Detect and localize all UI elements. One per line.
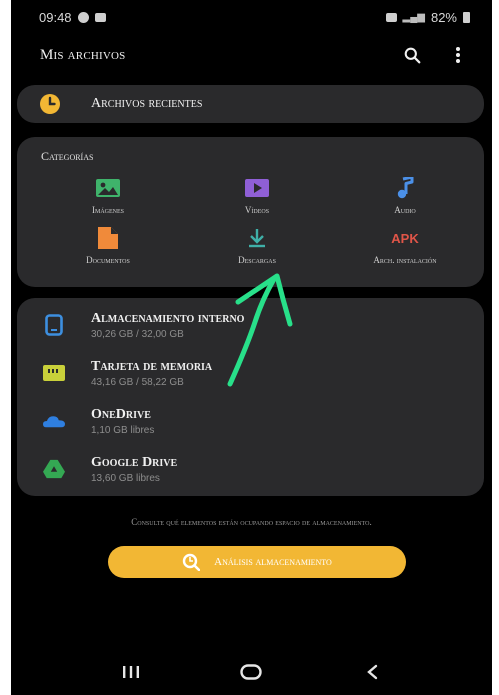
- category-documents[interactable]: Documentos: [43, 227, 173, 265]
- storage-sd-card[interactable]: Tarjeta de memoria 43,16 GB / 58,22 GB: [17, 350, 484, 396]
- status-time: 09:48: [39, 9, 72, 25]
- category-downloads[interactable]: Descargas: [192, 227, 322, 265]
- storage-internal[interactable]: Almacenamiento interno 30,26 GB / 32,00 …: [17, 302, 484, 348]
- category-installation-files[interactable]: APK Arch. instalación: [340, 227, 470, 266]
- storage-name: Tarjeta de memoria: [91, 358, 213, 374]
- storage-detail: 43,16 GB / 58,22 GB: [91, 376, 184, 388]
- more-options-button[interactable]: [448, 45, 468, 65]
- video-icon: [245, 179, 269, 197]
- storage-onedrive[interactable]: OneDrive 1,10 GB libres: [17, 398, 484, 444]
- sd-card-icon: [43, 365, 65, 381]
- clock-icon: [40, 94, 60, 114]
- storage-name: OneDrive: [91, 406, 151, 422]
- category-label: Arch. instalación: [373, 255, 437, 265]
- storage-detail: 30,26 GB / 32,00 GB: [91, 328, 184, 340]
- onedrive-icon: [43, 416, 65, 428]
- apk-icon: APK: [391, 230, 419, 246]
- category-label: Descargas: [238, 255, 276, 265]
- page-title: Mis archivos: [40, 46, 126, 63]
- home-button[interactable]: [231, 657, 271, 687]
- storage-card: Almacenamiento interno 30,26 GB / 32,00 …: [17, 298, 484, 496]
- category-audio[interactable]: Audio: [340, 177, 470, 215]
- back-button[interactable]: [352, 657, 392, 687]
- search-icon: [404, 47, 420, 63]
- storage-name: Google Drive: [91, 454, 178, 470]
- audio-icon: [397, 177, 414, 199]
- category-label: Documentos: [86, 255, 130, 265]
- status-bar: 09:48 ▂▄▆ 82%: [11, 0, 492, 34]
- search-button[interactable]: [402, 45, 422, 65]
- analyze-icon: [182, 553, 201, 571]
- categories-card: Categorías Imágenes Vídeos Audio Documen…: [17, 137, 484, 287]
- analyze-storage-button[interactable]: Análisis almacenamiento: [108, 546, 406, 578]
- notification-icon: [77, 11, 89, 23]
- recent-files-label: Archivos recientes: [91, 96, 203, 111]
- storage-hint: Consulte qué elementos están ocupando es…: [131, 517, 372, 527]
- mute-icon: [385, 12, 397, 22]
- back-icon: [366, 664, 378, 680]
- gallery-notification-icon: [94, 12, 106, 22]
- google-drive-icon: [43, 459, 65, 479]
- category-label: Vídeos: [244, 205, 270, 215]
- storage-google-drive[interactable]: Google Drive 13,60 GB libres: [17, 446, 484, 492]
- storage-detail: 13,60 GB libres: [91, 472, 160, 484]
- more-vertical-icon: [456, 47, 460, 63]
- image-icon: [96, 179, 120, 197]
- categories-title: Categorías: [41, 149, 94, 163]
- home-icon: [240, 664, 263, 680]
- storage-detail: 1,10 GB libres: [91, 424, 155, 436]
- document-icon: [98, 227, 118, 249]
- storage-name: Almacenamiento interno: [91, 310, 245, 326]
- category-images[interactable]: Imágenes: [43, 177, 173, 215]
- app-bar: Mis archivos: [11, 38, 492, 72]
- phone-storage-icon: [45, 314, 63, 336]
- download-icon: [249, 229, 265, 248]
- recent-apps-button[interactable]: [111, 657, 151, 687]
- recent-apps-icon: [123, 666, 140, 678]
- category-videos[interactable]: Vídeos: [192, 177, 322, 215]
- category-label: Audio: [394, 205, 416, 215]
- category-label: Imágenes: [92, 205, 124, 215]
- battery-percent: 82%: [430, 9, 457, 25]
- system-navigation-bar: [11, 649, 492, 695]
- analyze-storage-label: Análisis almacenamiento: [214, 556, 332, 568]
- recent-files-button[interactable]: Archivos recientes: [17, 85, 484, 123]
- phone-screen: 09:48 ▂▄▆ 82% Mis archivos Archivos reci…: [11, 0, 492, 695]
- battery-icon: [463, 11, 470, 23]
- signal-icon: ▂▄▆: [402, 11, 425, 23]
